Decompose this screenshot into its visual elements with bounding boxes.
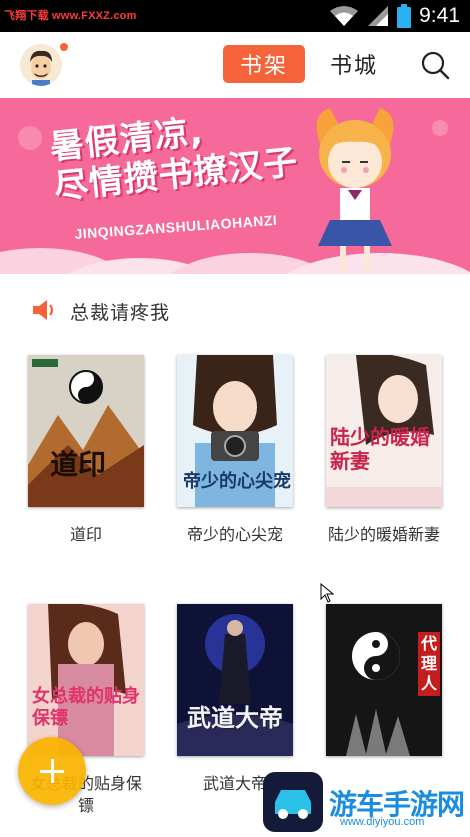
section-title: 总裁请疼我 [70, 302, 171, 324]
speaker-icon [33, 300, 54, 320]
cover-text: 道印 [50, 448, 107, 481]
battery-icon [397, 4, 412, 28]
book-title: 陆少的暖婚新妻 [327, 525, 440, 544]
cover-art [28, 604, 144, 756]
cover-text: 代理人 [421, 634, 438, 693]
book-cover[interactable]: 帝少的心尖宠 [177, 355, 293, 507]
add-button[interactable] [18, 737, 86, 805]
promo-banner[interactable]: 暑假清凉, 尽情攒书撩汉子 JINQINGZANSHULIAOHANZI [0, 98, 470, 274]
book-cover[interactable]: 武道大帝 [177, 604, 293, 756]
book-item[interactable]: 道印 道印 [28, 355, 144, 546]
notification-dot [60, 43, 68, 51]
wifi-icon [330, 6, 359, 26]
book-item[interactable]: 代理人 [326, 604, 442, 773]
status-time: 9:41 [419, 4, 460, 27]
tab-bookstore[interactable]: 书城 [322, 45, 386, 83]
book-cover[interactable]: 女总裁的贴身保镖 [28, 604, 144, 756]
book-cover[interactable]: 道印 [28, 355, 144, 507]
cover-text: 武道大帝 [187, 703, 283, 732]
search-icon[interactable] [420, 50, 450, 80]
status-watermark: 飞翔下载 www.FXXZ.com [4, 10, 137, 22]
book-cover[interactable]: 代理人 [326, 604, 442, 756]
watermark-url: www.diyiyou.com [340, 816, 425, 828]
book-item[interactable]: 帝少的心尖宠 帝少的心尖宠 [177, 355, 293, 546]
avatar[interactable] [20, 44, 62, 86]
watermark-logo-icon [263, 772, 323, 832]
cover-text: 帝少的心尖宠 [183, 471, 291, 492]
book-cover[interactable]: 陆少的暖婚新妻 [326, 355, 442, 507]
mouse-cursor-icon [320, 583, 334, 603]
section-header: 总裁请疼我 [0, 274, 470, 346]
tab-bookshelf[interactable]: 书架 [223, 45, 305, 83]
avatar-illustration [20, 44, 62, 86]
cover-art [28, 355, 144, 507]
top-header: 书架 书城 [0, 32, 470, 98]
cover-text: 女总裁的贴身保镖 [32, 686, 140, 729]
anime-girl-illustration [316, 108, 394, 270]
book-item[interactable]: 陆少的暖婚新妻 陆少的暖婚新妻 [326, 355, 442, 546]
book-title: 帝少的心尖宠 [186, 525, 283, 544]
status-bar: 飞翔下载 www.FXXZ.com 9:41 [0, 0, 470, 32]
book-title: 道印 [69, 525, 102, 544]
cover-text: 陆少的暖婚新妻 [330, 425, 430, 473]
cover-art [177, 604, 293, 756]
signal-icon [368, 6, 389, 26]
status-icons: 9:41 [329, 2, 460, 30]
book-item[interactable]: 武道大帝 武道大帝 [177, 604, 293, 795]
